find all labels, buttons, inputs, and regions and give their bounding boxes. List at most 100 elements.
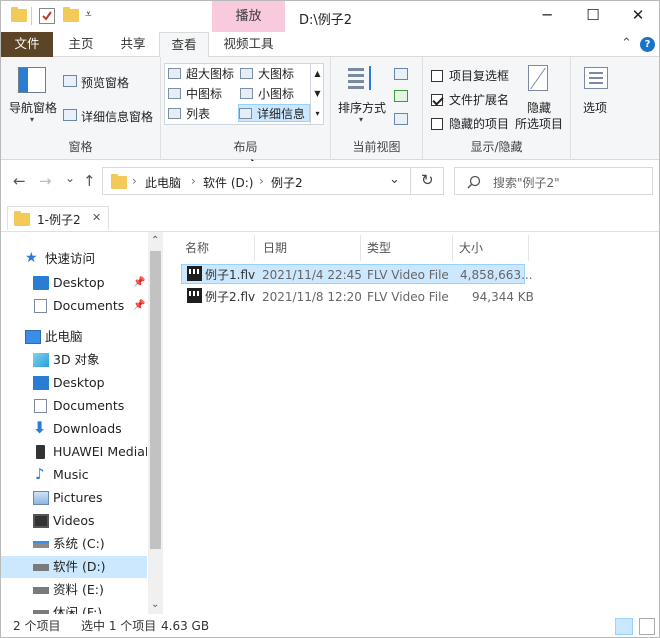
layout-medium-icons[interactable]: 中图标 <box>168 85 222 103</box>
nav-this-pc[interactable]: 此电脑 <box>1 326 147 348</box>
documents-icon <box>34 399 47 413</box>
nav-qa-documents[interactable]: Documents 📌 <box>1 295 147 317</box>
new-folder-icon[interactable] <box>63 7 79 25</box>
hide-selected-icon[interactable] <box>528 65 548 91</box>
file-extensions-toggle[interactable]: 文件扩展名 <box>431 91 509 108</box>
layout-extra-large-icons[interactable]: 超大图标 <box>168 65 234 83</box>
scroll-down-icon[interactable]: ▼ <box>311 84 324 104</box>
layout-large-icons[interactable]: 大图标 <box>240 65 294 83</box>
layout-small-icons[interactable]: 小图标 <box>240 85 294 103</box>
drive-icon <box>33 564 49 571</box>
show-hide-group: 项目复选框 文件扩展名 隐藏的项目 隐藏 所选项目 显示/隐藏 <box>423 57 571 160</box>
breadcrumb-sep: › <box>191 174 196 188</box>
tab-video-tools[interactable]: 视频工具 <box>212 32 285 57</box>
close-button[interactable]: ✕ <box>615 1 659 32</box>
nav-drive-c[interactable]: 系统 (C:) <box>1 533 147 555</box>
maximize-button[interactable]: ☐ <box>570 1 616 32</box>
nav-music[interactable]: ♪ Music <box>1 464 147 486</box>
table-row[interactable]: 例子1.flv 2021/11/4 22:45 FLV Video File 4… <box>181 264 533 284</box>
nav-documents[interactable]: Documents <box>1 395 147 417</box>
nav-3d-objects[interactable]: 3D 对象 <box>1 349 147 371</box>
list-icon <box>168 108 181 119</box>
recent-locations-button[interactable]: ⌄ <box>65 171 75 185</box>
nav-drive-f[interactable]: 休闲 (F:) <box>1 602 147 614</box>
up-button[interactable]: ↑ <box>83 172 96 190</box>
forward-button[interactable]: → <box>39 172 52 190</box>
quick-access-dropdown-icon[interactable]: ⩡ <box>85 7 92 22</box>
column-type[interactable]: 类型 <box>361 235 453 261</box>
add-columns-icon[interactable] <box>394 90 408 102</box>
tab-share[interactable]: 共享 <box>109 32 157 57</box>
refresh-button[interactable]: ↻ <box>410 167 444 195</box>
nav-downloads[interactable]: ⬇ Downloads <box>1 418 147 440</box>
selected-size: 4.63 GB <box>161 619 210 633</box>
group-by-icon[interactable] <box>394 68 408 80</box>
documents-icon <box>34 299 47 313</box>
properties-icon[interactable] <box>39 8 55 24</box>
column-date[interactable]: 日期 <box>257 235 361 261</box>
panes-group-title: 窗格 <box>68 140 93 154</box>
extra-large-icons-icon <box>168 68 181 79</box>
tab-view[interactable]: 查看 <box>159 32 209 58</box>
pin-icon[interactable]: 📌 <box>133 295 145 317</box>
nav-drive-e[interactable]: 资料 (E:) <box>1 579 147 601</box>
sort-by-button[interactable]: 排序方式 <box>338 99 386 116</box>
scroll-down-icon[interactable]: ⌄ <box>151 599 159 610</box>
nav-pane-button[interactable]: 导航窗格 <box>9 99 57 116</box>
breadcrumb-this-pc[interactable]: 此电脑 <box>145 174 181 191</box>
hidden-items-toggle[interactable]: 隐藏的项目 <box>431 115 509 132</box>
file-size: 94,344 KB <box>472 290 534 304</box>
nav-pane-icon[interactable] <box>18 67 46 93</box>
nav-qa-desktop[interactable]: Desktop 📌 <box>1 272 147 294</box>
back-button[interactable]: ← <box>13 172 26 190</box>
scroll-up-icon[interactable]: ⌃ <box>151 235 159 246</box>
breadcrumb-folder[interactable]: 例子2 <box>271 174 303 191</box>
layout-details[interactable]: 详细信息 <box>238 104 310 122</box>
options-icon[interactable] <box>584 67 608 89</box>
collapse-ribbon-icon[interactable]: ⌃ <box>621 36 632 51</box>
nav-desktop[interactable]: Desktop <box>1 372 147 394</box>
checkbox-icon <box>431 118 443 130</box>
preview-pane-button[interactable]: 预览窗格 <box>81 74 129 91</box>
tab-file[interactable]: 文件 <box>1 32 53 57</box>
nav-quick-access[interactable]: ★ 快速访问 <box>1 248 147 270</box>
folder-tab[interactable]: 1-例子2 ✕ <box>7 206 109 231</box>
details-view-icon[interactable] <box>615 618 633 635</box>
nav-huawei-mediapad[interactable]: HUAWEI MediaPad <box>1 441 147 463</box>
size-columns-icon[interactable] <box>394 113 408 125</box>
hide-selected-label-1[interactable]: 隐藏 <box>527 99 551 116</box>
item-checkbox-toggle[interactable]: 项目复选框 <box>431 67 509 84</box>
layout-list[interactable]: 列表 <box>168 105 210 123</box>
column-name[interactable]: 名称 <box>179 235 255 261</box>
address-box[interactable]: › 此电脑 › 软件 (D:) › 例子2 ⌄ <box>102 167 444 195</box>
large-icons-view-icon[interactable] <box>639 618 655 635</box>
scroll-up-icon[interactable]: ▲ <box>311 64 324 84</box>
sort-by-icon[interactable] <box>348 66 376 92</box>
nav-videos[interactable]: Videos <box>1 510 147 532</box>
address-dropdown-icon[interactable]: ⌄ <box>389 172 400 187</box>
column-size[interactable]: 大小 <box>453 235 529 261</box>
this-pc-icon <box>25 330 41 344</box>
hide-selected-label-2[interactable]: 所选项目 <box>515 115 563 132</box>
pin-icon[interactable]: 📌 <box>133 272 145 294</box>
show-hide-group-title: 显示/隐藏 <box>470 140 523 154</box>
expand-gallery-icon[interactable]: ▾ <box>311 104 324 124</box>
breadcrumb-drive-d[interactable]: 软件 (D:) <box>203 174 253 191</box>
file-type: FLV Video File <box>367 268 449 282</box>
tab-home[interactable]: 主页 <box>57 32 105 57</box>
table-row[interactable]: 例子2.flv 2021/11/8 12:20 FLV Video File 9… <box>181 286 534 306</box>
ribbon-tab-row: 文件 主页 共享 查看 视频工具 ⌃ ? <box>1 32 659 58</box>
download-arrow-icon: ⬇ <box>33 418 47 437</box>
minimize-button[interactable]: ─ <box>524 1 570 32</box>
nav-scrollbar-thumb[interactable] <box>150 251 161 549</box>
checkbox-checked-icon <box>431 94 443 106</box>
options-button[interactable]: 选项 <box>583 99 607 116</box>
help-icon[interactable]: ? <box>640 37 655 52</box>
nav-pictures[interactable]: Pictures <box>1 487 147 509</box>
search-box[interactable]: 搜索"例子2" <box>454 167 653 195</box>
details-pane-button[interactable]: 详细信息窗格 <box>81 108 153 125</box>
nav-drive-d[interactable]: 软件 (D:) <box>1 556 147 578</box>
details-icon <box>239 108 252 119</box>
search-placeholder: 搜索"例子2" <box>493 176 560 190</box>
close-tab-icon[interactable]: ✕ <box>92 211 101 224</box>
